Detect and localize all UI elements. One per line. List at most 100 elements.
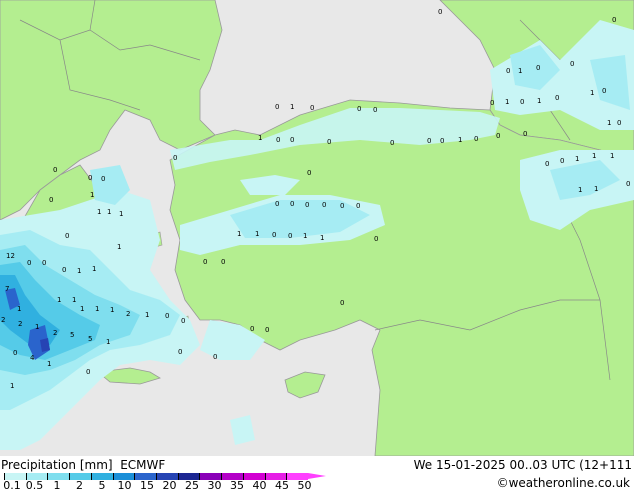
svg-text:0: 0 xyxy=(65,232,69,240)
color-scale-tick: 1 xyxy=(53,479,61,492)
svg-text:0: 0 xyxy=(272,231,276,239)
svg-text:0: 0 xyxy=(536,64,540,72)
svg-text:1: 1 xyxy=(505,98,509,106)
svg-text:0: 0 xyxy=(203,258,207,266)
svg-text:0: 0 xyxy=(373,106,377,114)
svg-text:0: 0 xyxy=(617,119,621,127)
svg-text:0: 0 xyxy=(86,368,90,376)
svg-text:1: 1 xyxy=(97,208,101,216)
color-scale-tick: 0.1 xyxy=(3,479,21,492)
svg-text:1: 1 xyxy=(47,360,51,368)
svg-text:1: 1 xyxy=(119,210,123,218)
svg-text:0: 0 xyxy=(523,130,527,138)
svg-text:1: 1 xyxy=(590,89,594,97)
color-scale-tick: 25 xyxy=(185,479,199,492)
svg-text:0: 0 xyxy=(307,169,311,177)
svg-text:12: 12 xyxy=(6,252,15,260)
svg-text:1: 1 xyxy=(518,67,522,75)
credit: ©weatheronline.co.uk xyxy=(496,476,630,490)
legend-title: Precipitation [mm] ECMWF xyxy=(1,458,166,472)
svg-text:1: 1 xyxy=(594,185,598,193)
valid-time: We 15-01-2025 00..03 UTC (12+111 xyxy=(413,458,632,472)
svg-text:0: 0 xyxy=(288,232,292,240)
svg-text:0: 0 xyxy=(181,317,185,325)
svg-text:1: 1 xyxy=(592,152,596,160)
color-scale-tick: 0.5 xyxy=(25,479,44,492)
svg-text:0: 0 xyxy=(545,160,549,168)
color-scale-tick: 5 xyxy=(98,479,106,492)
svg-text:0: 0 xyxy=(427,137,431,145)
svg-text:0: 0 xyxy=(53,166,57,174)
svg-text:0: 0 xyxy=(520,98,524,106)
svg-text:1: 1 xyxy=(72,296,76,304)
svg-text:0: 0 xyxy=(612,16,616,24)
svg-text:1: 1 xyxy=(10,382,14,390)
svg-text:1: 1 xyxy=(578,186,582,194)
svg-text:1: 1 xyxy=(255,230,259,238)
svg-text:0: 0 xyxy=(213,353,217,361)
svg-text:1: 1 xyxy=(77,267,81,275)
svg-text:0: 0 xyxy=(27,259,31,267)
svg-text:0: 0 xyxy=(356,202,360,210)
svg-text:2: 2 xyxy=(126,310,130,318)
color-scale-tick: 35 xyxy=(230,479,244,492)
svg-text:1: 1 xyxy=(57,296,61,304)
svg-text:0: 0 xyxy=(390,139,394,147)
color-scale-tick: 15 xyxy=(140,479,154,492)
svg-text:0: 0 xyxy=(13,349,17,357)
svg-text:0: 0 xyxy=(357,105,361,113)
color-scale-tick: 45 xyxy=(275,479,289,492)
svg-text:1: 1 xyxy=(303,232,307,240)
svg-text:1: 1 xyxy=(458,136,462,144)
svg-text:0: 0 xyxy=(290,136,294,144)
svg-text:1: 1 xyxy=(290,103,294,111)
svg-text:0: 0 xyxy=(555,94,559,102)
svg-text:0: 0 xyxy=(178,348,182,356)
color-scale-tick: 50 xyxy=(297,479,312,492)
svg-text:1: 1 xyxy=(92,265,96,273)
color-scale-tick: 40 xyxy=(252,479,267,492)
color-scale-tick: 20 xyxy=(162,479,177,492)
svg-text:1: 1 xyxy=(607,119,611,127)
svg-text:1: 1 xyxy=(320,234,324,242)
svg-text:0: 0 xyxy=(496,132,500,140)
svg-text:2: 2 xyxy=(53,329,57,337)
svg-text:1: 1 xyxy=(537,97,541,105)
precipitation-map: 0 0 0 0 1 0 1 0 0 1 0 1 0 1 0 0 1 0 0 0 … xyxy=(0,0,634,457)
svg-text:1: 1 xyxy=(17,305,21,313)
svg-text:0: 0 xyxy=(438,8,442,16)
svg-text:4: 4 xyxy=(30,354,35,362)
svg-text:0: 0 xyxy=(560,157,564,165)
svg-text:0: 0 xyxy=(49,196,53,204)
svg-text:0: 0 xyxy=(88,174,92,182)
svg-text:0: 0 xyxy=(275,200,279,208)
svg-text:0: 0 xyxy=(101,175,105,183)
svg-text:1: 1 xyxy=(110,306,114,314)
svg-text:0: 0 xyxy=(440,137,444,145)
svg-text:1: 1 xyxy=(610,152,614,160)
svg-text:0: 0 xyxy=(374,235,378,243)
svg-text:1: 1 xyxy=(258,134,262,142)
svg-text:0: 0 xyxy=(490,99,494,107)
svg-text:5: 5 xyxy=(70,331,74,339)
svg-text:0: 0 xyxy=(474,135,478,143)
color-scale-tick: 10 xyxy=(117,479,132,492)
svg-text:0: 0 xyxy=(322,201,326,209)
svg-text:0: 0 xyxy=(570,60,574,68)
legend-footer: Precipitation [mm] ECMWF We 15-01-2025 0… xyxy=(0,456,634,492)
svg-text:1: 1 xyxy=(237,230,241,238)
svg-text:7: 7 xyxy=(5,285,9,293)
svg-text:2: 2 xyxy=(18,320,22,328)
svg-text:1: 1 xyxy=(95,305,99,313)
svg-text:1: 1 xyxy=(107,208,111,216)
svg-text:1: 1 xyxy=(575,155,579,163)
model-name: ECMWF xyxy=(120,458,166,472)
svg-text:2: 2 xyxy=(1,316,5,324)
svg-text:1: 1 xyxy=(117,243,121,251)
svg-text:0: 0 xyxy=(340,202,344,210)
svg-text:0: 0 xyxy=(221,258,225,266)
color-scale-ticks: 0.1 0.5 1 2 5 10 15 20 25 30 35 40 45 50 xyxy=(0,479,330,492)
svg-text:0: 0 xyxy=(626,180,630,188)
svg-text:5: 5 xyxy=(88,335,92,343)
svg-text:0: 0 xyxy=(602,87,606,95)
